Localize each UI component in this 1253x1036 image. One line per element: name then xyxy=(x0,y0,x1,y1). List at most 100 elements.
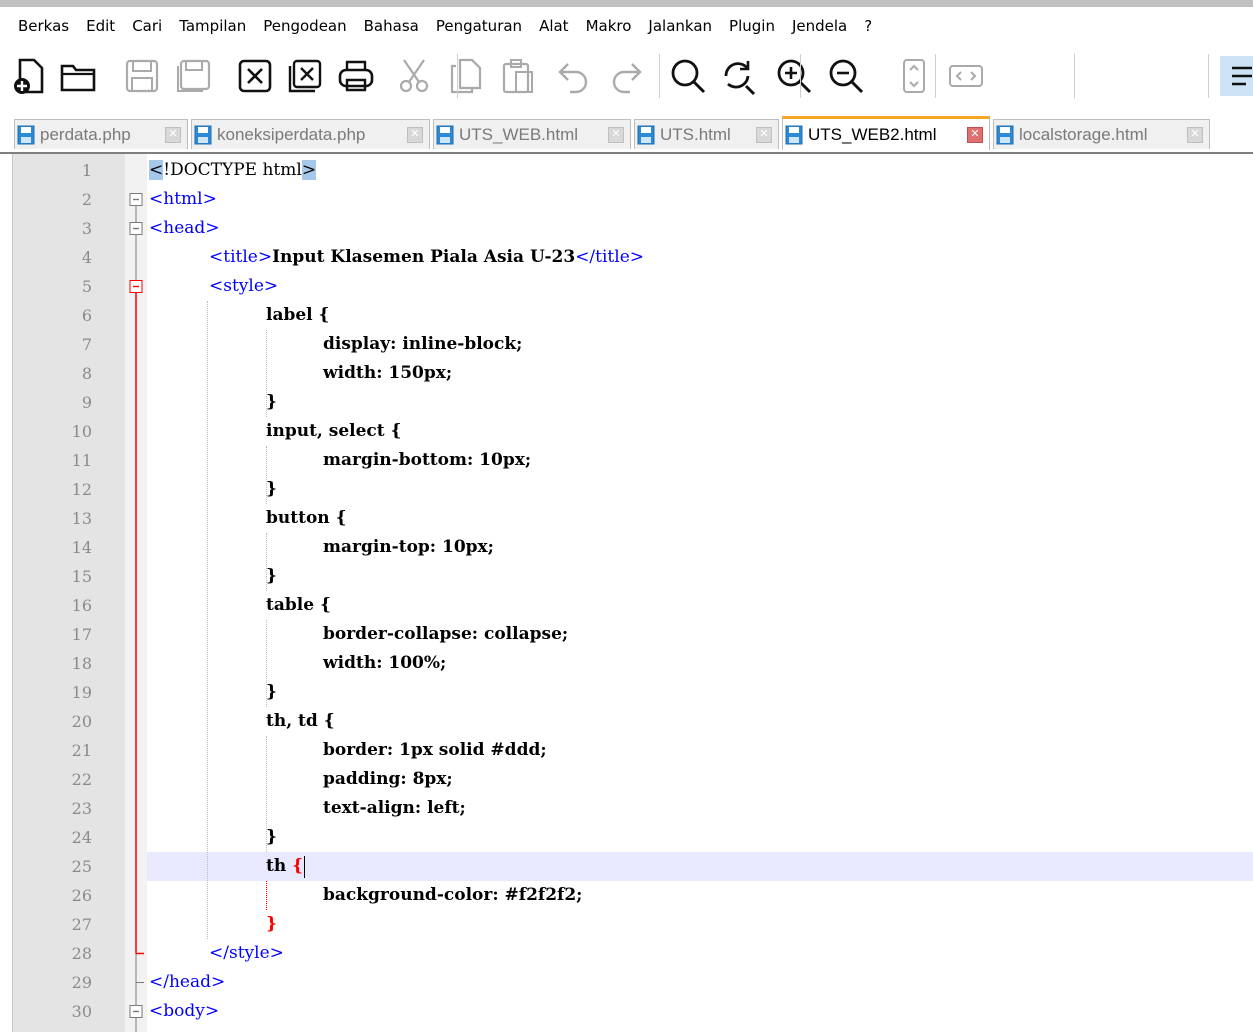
menu-item-plugin[interactable]: Plugin xyxy=(723,17,781,35)
line-number: 17 xyxy=(71,625,92,644)
zoom-out-button[interactable] xyxy=(824,50,868,102)
tab-localstorage-html[interactable]: localstorage.html ✕ xyxy=(993,119,1210,149)
code-token: <body> xyxy=(149,1001,220,1021)
code-line[interactable]: th { xyxy=(147,852,1253,881)
code-token: th xyxy=(266,856,293,876)
code-line-content: background-color: #f2f2f2; xyxy=(323,881,582,910)
code-line[interactable]: <title>Input Klasemen Piala Asia U-23</t… xyxy=(147,243,1253,272)
line-number: 24 xyxy=(71,828,92,847)
tab-close-icon[interactable]: ✕ xyxy=(407,126,423,143)
menu-item-pengodean[interactable]: Pengodean xyxy=(257,17,352,35)
code-line[interactable]: margin-top: 10px; xyxy=(147,533,1253,562)
toolbar-separator xyxy=(935,54,936,98)
code-token: text-align: left; xyxy=(323,798,466,818)
menu-item-pengaturan[interactable]: Pengaturan xyxy=(430,17,528,35)
save-all-button[interactable] xyxy=(172,50,216,102)
code-line[interactable]: } xyxy=(147,388,1253,417)
code-line[interactable]: </head> xyxy=(147,968,1253,997)
undo-button[interactable] xyxy=(552,50,596,102)
line-number: 10 xyxy=(71,422,92,441)
code-line[interactable]: button { xyxy=(147,504,1253,533)
tab-uts-html[interactable]: UTS.html ✕ xyxy=(634,119,779,149)
code-editor[interactable]: 1 2 3 4 5 6 7 8 9 10 11 12 13 14 15 16 17 18 19 20 21 22 23 24 2… xyxy=(0,154,1253,1032)
menu-item-jalankan[interactable]: Jalankan xyxy=(642,17,718,35)
save-button[interactable] xyxy=(120,50,164,102)
code-line[interactable]: label { xyxy=(147,301,1253,330)
code-line-content: th, td { xyxy=(266,707,335,736)
code-line[interactable]: } xyxy=(147,823,1253,852)
code-line[interactable]: input, select { xyxy=(147,417,1253,446)
copy-button[interactable] xyxy=(444,50,488,102)
code-line[interactable]: <head> xyxy=(147,214,1253,243)
file-saved-icon xyxy=(17,125,35,144)
code-area[interactable]: <!DOCTYPE html> <html> <head> <title>Input … xyxy=(147,154,1253,1032)
code-line-content: width: 150px; xyxy=(323,359,452,388)
code-line[interactable]: } xyxy=(147,910,1253,939)
menu-item-help[interactable]: ? xyxy=(858,17,878,35)
tab-perdata-php[interactable]: perdata.php ✕ xyxy=(14,119,188,149)
line-number: 21 xyxy=(71,741,92,760)
code-line[interactable]: <style> xyxy=(147,272,1253,301)
menu-item-bahasa[interactable]: Bahasa xyxy=(358,17,425,35)
new-file-button[interactable] xyxy=(8,50,52,102)
tab-close-icon[interactable]: ✕ xyxy=(608,126,624,143)
replace-button[interactable] xyxy=(716,50,760,102)
menu-item-berkas[interactable]: Berkas xyxy=(12,17,75,35)
close-all-button[interactable] xyxy=(283,50,327,102)
open-folder-button[interactable] xyxy=(56,50,100,102)
close-file-button[interactable] xyxy=(233,50,277,102)
cut-button[interactable] xyxy=(392,50,436,102)
code-token: border: 1px solid #ddd; xyxy=(323,740,547,760)
code-line[interactable]: table { xyxy=(147,591,1253,620)
code-token: width: 150px; xyxy=(323,363,453,383)
code-line[interactable]: display: inline-block; xyxy=(147,330,1253,359)
code-line[interactable]: } xyxy=(147,678,1253,707)
code-line[interactable]: <!DOCTYPE html> xyxy=(147,156,1253,185)
zoom-in-button[interactable] xyxy=(772,50,816,102)
code-line[interactable]: } xyxy=(147,562,1253,591)
line-number: 25 xyxy=(71,857,92,876)
find-button[interactable] xyxy=(666,50,710,102)
code-line-content: text-align: left; xyxy=(323,794,466,823)
code-line-content: <head> xyxy=(149,214,220,243)
tab-uts-web-html[interactable]: UTS_WEB.html ✕ xyxy=(433,119,631,149)
code-token: <html> xyxy=(149,189,217,209)
menu-item-tampilan[interactable]: Tampilan xyxy=(173,17,252,35)
code-line[interactable]: th, td { xyxy=(147,707,1253,736)
redo-button[interactable] xyxy=(604,50,648,102)
line-number-gutter: 1 2 3 4 5 6 7 8 9 10 11 12 13 14 15 16 17 18 19 20 21 22 23 24 2… xyxy=(13,154,125,1032)
menu-item-jendela[interactable]: Jendela xyxy=(786,17,853,35)
tab-close-icon[interactable]: ✕ xyxy=(1187,126,1203,143)
code-token: table { xyxy=(266,595,331,615)
tab-uts-web2-html[interactable]: UTS_WEB2.html ✕ xyxy=(782,116,990,150)
code-line-content: } xyxy=(266,388,277,417)
sync-vertical-button[interactable] xyxy=(892,50,936,102)
paste-button[interactable] xyxy=(496,50,540,102)
tab-close-icon[interactable]: ✕ xyxy=(165,126,181,143)
code-line[interactable]: text-align: left; xyxy=(147,794,1253,823)
code-line[interactable]: margin-bottom: 10px; xyxy=(147,446,1253,475)
sync-horizontal-button[interactable] xyxy=(944,50,988,102)
code-line[interactable]: </style> xyxy=(147,939,1253,968)
menu-item-cari[interactable]: Cari xyxy=(126,17,168,35)
code-line[interactable]: width: 150px; xyxy=(147,359,1253,388)
menu-item-alat[interactable]: Alat xyxy=(533,17,575,35)
code-line[interactable]: <body> xyxy=(147,997,1253,1026)
code-line[interactable]: } xyxy=(147,475,1253,504)
word-wrap-button[interactable] xyxy=(1218,50,1253,102)
code-line[interactable]: <html> xyxy=(147,185,1253,214)
print-button[interactable] xyxy=(334,50,378,102)
tab-close-icon[interactable]: ✕ xyxy=(756,126,772,143)
toolbar xyxy=(0,46,1253,108)
fold-margin[interactable] xyxy=(125,154,147,1032)
menu-item-makro[interactable]: Makro xyxy=(580,17,638,35)
code-token: input, select { xyxy=(266,421,402,441)
code-line[interactable]: padding: 8px; xyxy=(147,765,1253,794)
code-line[interactable]: width: 100%; xyxy=(147,649,1253,678)
menu-item-edit[interactable]: Edit xyxy=(80,17,121,35)
tab-koneksiperdata-php[interactable]: koneksiperdata.php ✕ xyxy=(191,119,430,149)
code-line[interactable]: background-color: #f2f2f2; xyxy=(147,881,1253,910)
code-line[interactable]: border-collapse: collapse; xyxy=(147,620,1253,649)
code-line[interactable]: border: 1px solid #ddd; xyxy=(147,736,1253,765)
tab-close-icon[interactable]: ✕ xyxy=(967,126,983,143)
